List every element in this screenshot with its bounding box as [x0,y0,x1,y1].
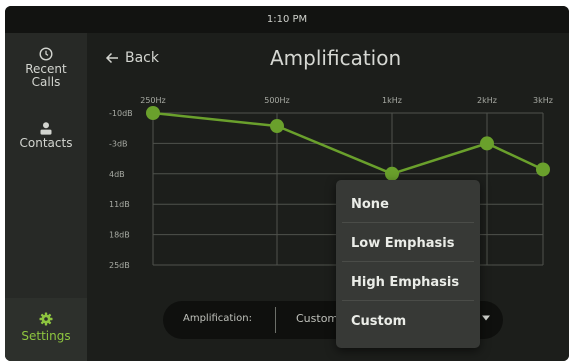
x-tick-label: 1kHz [382,96,402,105]
divider [342,222,474,223]
data-point[interactable] [536,162,550,177]
selector-label: Amplification: [183,313,252,324]
y-tick-label: -3dB [109,139,128,148]
sidebar: Recent Calls Contacts Settings [5,33,87,361]
x-tick-label: 250Hz [140,96,165,105]
dropdown-option-none[interactable]: None [336,185,480,223]
status-bar: 1:10 PM [5,6,569,33]
data-point[interactable] [146,106,160,120]
y-tick-label: 11dB [109,200,130,209]
gear-icon [39,312,53,326]
y-tick-label: 18dB [109,231,130,240]
x-tick-label: 500Hz [264,96,289,105]
data-point[interactable] [385,166,399,181]
status-time: 1:10 PM [266,14,308,25]
dropdown-option-low-emphasis[interactable]: Low Emphasis [336,224,480,262]
data-point[interactable] [270,119,284,134]
sidebar-item-label: Contacts [19,136,73,150]
sidebar-item-settings[interactable]: Settings [5,298,87,361]
y-tick-label: 25dB [109,261,130,270]
divider [342,261,474,262]
main-panel: Back Amplification -10dB -3dB 4dB 11dB 18dB 2… [87,33,569,361]
clock-icon [39,47,53,61]
selector-value: Custom [296,312,339,325]
y-tick-label: -10dB [109,109,133,118]
sidebar-item-recent-calls[interactable]: Recent Calls [5,47,87,89]
divider [342,300,474,301]
dropdown-option-custom[interactable]: Custom [336,302,480,340]
y-tick-label: 4dB [109,170,125,179]
person-icon [40,122,52,135]
x-tick-label: 3kHz [533,96,553,105]
amplification-dropdown: None Low Emphasis High Emphasis Custom [336,180,480,348]
eq-chart[interactable]: -10dB -3dB 4dB 11dB 18dB 25dB 250Hz 500Hz 1kHz 2k… [87,33,569,293]
dropdown-option-high-emphasis[interactable]: High Emphasis [336,263,480,301]
sidebar-item-label: Calls [31,75,61,89]
divider [275,307,276,333]
sidebar-item-contacts[interactable]: Contacts [5,121,87,150]
data-point[interactable] [480,136,494,151]
x-tick-label: 2kHz [477,96,497,105]
caret-down-icon[interactable] [481,314,491,322]
device-screen: 1:10 PM Recent Calls Contacts Settings B… [5,6,569,361]
sidebar-item-label: Settings [21,329,71,343]
